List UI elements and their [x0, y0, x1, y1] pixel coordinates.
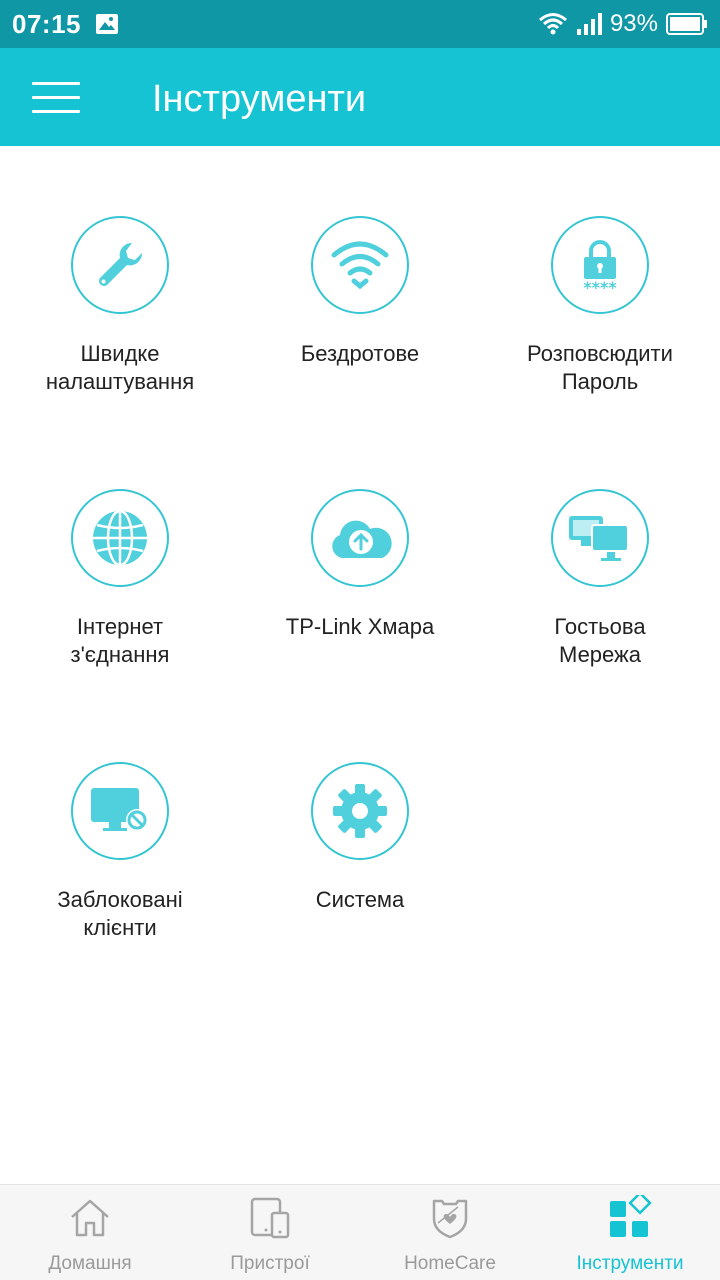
tool-label: Швидке налаштування [45, 341, 195, 394]
bottom-nav: Домашня Пристрої HomeCare Інструменти [0, 1184, 720, 1280]
tool-icon-circle [71, 216, 169, 314]
nav-tools[interactable]: Інструменти [540, 1185, 720, 1280]
blocked-monitor-icon [91, 788, 148, 831]
cloud-upload-icon [332, 520, 392, 558]
tool-share-password[interactable]: **** Розповсюдити Пароль [480, 216, 720, 396]
tool-quick-setup[interactable]: Швидке налаштування [0, 216, 240, 396]
status-bar: 07:15 93% [0, 0, 720, 48]
gear-icon [333, 784, 387, 838]
tool-label: TP-Link Хмара [285, 614, 435, 639]
wifi-icon [538, 13, 567, 35]
battery-icon [666, 13, 707, 35]
tool-label: Інтернет з'єднання [70, 614, 170, 667]
tool-label: Система [315, 887, 405, 912]
nav-label: Пристрої [230, 1253, 310, 1274]
tool-icon-circle [311, 489, 409, 587]
tool-system[interactable]: Система [240, 762, 480, 914]
tool-icon-circle: **** [551, 216, 649, 314]
signal-icon [576, 13, 602, 35]
tool-icon-circle [551, 489, 649, 587]
tool-label: Бездротове [300, 341, 420, 366]
page-title: Інструменти [152, 78, 367, 120]
status-time: 07:15 [12, 8, 81, 39]
nav-label: Інструменти [576, 1253, 684, 1274]
svg-text:****: **** [583, 278, 617, 295]
tool-tplink-cloud[interactable]: TP-Link Хмара [240, 489, 480, 641]
tool-icon-circle [71, 762, 169, 860]
app-bar: Інструменти [0, 48, 720, 146]
tool-label: Розповсюдити Пароль [527, 341, 673, 394]
tool-label: Гостьова Мережа [554, 614, 646, 667]
lock-icon: **** [583, 240, 617, 295]
tool-label: Заблоковані клієнти [57, 887, 183, 940]
home-icon [71, 1199, 109, 1237]
tool-guest-network[interactable]: Гостьова Мережа [480, 489, 720, 669]
tool-icon-circle [311, 216, 409, 314]
status-indicators: 93% [538, 10, 708, 38]
wrench-icon [99, 242, 143, 286]
nav-home[interactable]: Домашня [0, 1185, 180, 1280]
tool-icon-circle [311, 762, 409, 860]
battery-percent: 93% [609, 10, 658, 37]
globe-icon [93, 509, 147, 567]
tool-icon-circle [71, 489, 169, 587]
nav-homecare[interactable]: HomeCare [360, 1185, 540, 1280]
tool-internet-connection[interactable]: Інтернет з'єднання [0, 489, 240, 669]
monitors-icon [569, 516, 629, 561]
hamburger-icon[interactable] [32, 82, 80, 114]
devices-icon [250, 1197, 290, 1239]
tool-blocked-clients[interactable]: Заблоковані клієнти [0, 762, 240, 942]
tool-wireless[interactable]: Бездротове [240, 216, 480, 368]
nav-label: HomeCare [404, 1253, 496, 1274]
nav-devices[interactable]: Пристрої [180, 1185, 360, 1280]
wifi-icon [331, 241, 389, 290]
tools-grid-icon [610, 1195, 652, 1237]
gallery-icon [96, 14, 118, 34]
nav-label: Домашня [48, 1253, 132, 1274]
shield-heart-icon [432, 1199, 468, 1239]
